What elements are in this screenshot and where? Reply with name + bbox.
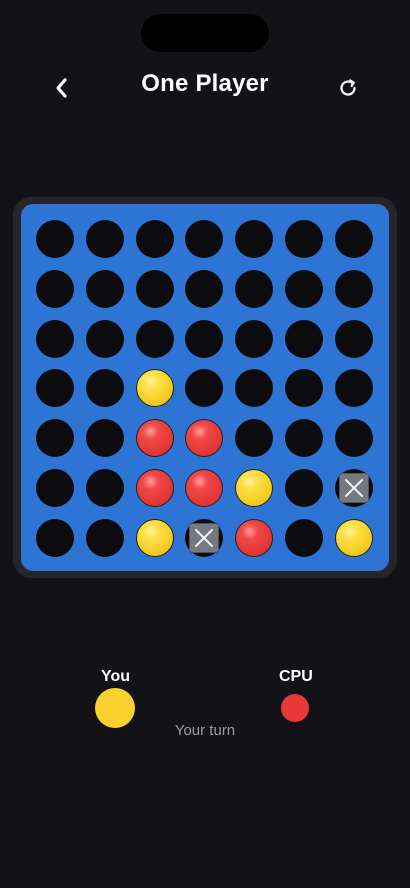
board-cell-r5-c4-red[interactable]	[185, 419, 224, 458]
board-cell-r2-c2-empty[interactable]	[85, 269, 124, 308]
board-cell-r2-c3-empty[interactable]	[135, 269, 174, 308]
board-cell-r5-c1-empty[interactable]	[36, 419, 74, 458]
board-cell-r3-c3-empty[interactable]	[135, 319, 174, 358]
board-cell-r7-c5-red[interactable]	[235, 518, 274, 557]
board-cell-r7-c6-empty[interactable]	[285, 518, 323, 557]
turn-status: Your turn	[174, 722, 236, 739]
restart-icon	[340, 79, 356, 96]
board-cell-r1-c4-empty[interactable]	[185, 220, 224, 258]
board-cell-r3-c4-empty[interactable]	[185, 319, 224, 358]
board-cell-r4-c3-yellow[interactable]	[135, 369, 174, 408]
board-frame	[13, 197, 397, 578]
board-cell-r6-c7-blocked[interactable]	[334, 469, 373, 507]
board-cell-r4-c1-empty[interactable]	[36, 369, 74, 408]
players-panel: You CPU	[0, 660, 410, 760]
board-cell-r2-c5-empty[interactable]	[235, 269, 274, 308]
board-cell-r1-c7-empty[interactable]	[334, 220, 373, 258]
board-cell-r5-c2-empty[interactable]	[85, 419, 124, 458]
board-cell-r6-c1-empty[interactable]	[36, 469, 74, 507]
board-cell-r3-c6-empty[interactable]	[285, 319, 323, 358]
board-cell-r7-c3-yellow[interactable]	[135, 518, 174, 557]
dynamic-island	[141, 14, 269, 52]
board-cell-r1-c3-empty[interactable]	[135, 220, 174, 258]
board-cell-r7-c1-empty[interactable]	[36, 518, 74, 557]
board-cell-r6-c5-yellow[interactable]	[235, 469, 274, 507]
board-cell-r3-c7-empty[interactable]	[334, 319, 373, 358]
board-cell-r5-c5-empty[interactable]	[235, 419, 274, 458]
board-cell-r4-c5-empty[interactable]	[235, 369, 274, 408]
board-cell-r1-c2-empty[interactable]	[85, 220, 124, 258]
board-cell-r6-c2-empty[interactable]	[85, 469, 124, 507]
board-cell-r3-c1-empty[interactable]	[36, 319, 74, 358]
board-cell-r5-c6-empty[interactable]	[285, 419, 323, 458]
board-cell-r1-c5-empty[interactable]	[235, 220, 274, 258]
blocked-x-icon	[338, 473, 369, 503]
board-cell-r4-c2-empty[interactable]	[85, 369, 124, 408]
board-cell-r1-c6-empty[interactable]	[285, 220, 323, 258]
board-cell-r7-c2-empty[interactable]	[85, 518, 124, 557]
header: One Player	[0, 60, 410, 110]
board-cell-r6-c4-red[interactable]	[185, 469, 224, 507]
game-board[interactable]	[21, 204, 389, 571]
board-cell-r6-c6-empty[interactable]	[285, 469, 323, 507]
board-cell-r2-c6-empty[interactable]	[285, 269, 323, 308]
board-cell-r3-c2-empty[interactable]	[85, 319, 124, 358]
board-cell-r4-c4-empty[interactable]	[185, 369, 224, 408]
restart-button[interactable]	[330, 70, 366, 106]
player-cpu-disc	[281, 694, 309, 722]
player-cpu-label: CPU	[279, 668, 313, 685]
board-cell-r7-c4-blocked[interactable]	[185, 518, 224, 557]
board-cell-r4-c7-empty[interactable]	[334, 369, 373, 408]
board-cell-r3-c5-empty[interactable]	[235, 319, 274, 358]
board-cell-r7-c7-yellow[interactable]	[334, 518, 373, 557]
board-cell-r5-c3-red[interactable]	[135, 419, 174, 458]
board-cell-r2-c4-empty[interactable]	[185, 269, 224, 308]
board-cell-r2-c1-empty[interactable]	[36, 269, 74, 308]
board-cell-r1-c1-empty[interactable]	[36, 220, 74, 258]
board-cell-r4-c6-empty[interactable]	[285, 369, 323, 408]
player-you-label: You	[101, 668, 131, 685]
board-cell-r6-c3-red[interactable]	[135, 469, 174, 507]
blocked-x-icon	[189, 522, 220, 553]
board-cell-r5-c7-empty[interactable]	[334, 419, 373, 458]
board-cell-r2-c7-empty[interactable]	[334, 269, 373, 308]
